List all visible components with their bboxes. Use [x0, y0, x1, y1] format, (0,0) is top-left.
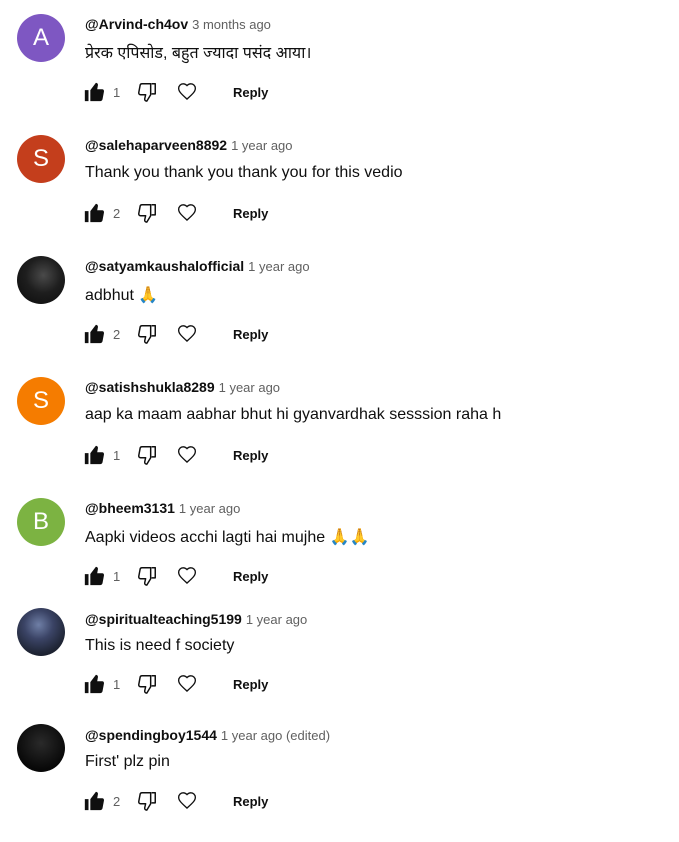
like-count: 2: [113, 205, 121, 221]
like-icon[interactable]: [82, 80, 106, 104]
heart-icon[interactable]: [175, 322, 199, 346]
comment-header: @salehaparveen8892 1 year ago: [85, 137, 293, 153]
reply-button[interactable]: Reply: [233, 448, 268, 463]
reply-button[interactable]: Reply: [233, 569, 268, 584]
comment-item: S @satishshukla8289 1 year ago aap ka maa…: [0, 363, 679, 484]
comment-header: @satishshukla8289 1 year ago: [85, 379, 280, 395]
reply-button[interactable]: Reply: [233, 327, 268, 342]
comment-text: Aapki videos acchi lagti hai mujhe 🙏🙏: [85, 529, 370, 546]
heart-icon[interactable]: [175, 672, 199, 696]
comment-text: Thank you thank you thank you for this v…: [85, 164, 403, 181]
dislike-icon[interactable]: [135, 322, 159, 346]
comment-item: @satyamkaushalofficial 1 year ago adbhut …: [0, 242, 679, 363]
avatar[interactable]: B: [17, 498, 65, 546]
like-count: 1: [113, 568, 121, 584]
reply-button[interactable]: Reply: [233, 85, 268, 100]
comment-text: aap ka maam aabhar bhut hi gyanvardhak s…: [85, 406, 502, 423]
comment-author[interactable]: @spendingboy1544: [85, 727, 217, 743]
heart-icon[interactable]: [175, 564, 199, 588]
heart-icon[interactable]: [175, 443, 199, 467]
comment-actions: 1 Reply: [82, 564, 268, 588]
comment-actions: 1 Reply: [82, 443, 268, 467]
like-icon[interactable]: [82, 322, 106, 346]
dislike-icon[interactable]: [135, 564, 159, 588]
like-count: 1: [113, 676, 121, 692]
comment-header: @spiritualteaching5199 1 year ago: [85, 611, 307, 627]
like-icon[interactable]: [82, 201, 106, 225]
dislike-icon[interactable]: [135, 80, 159, 104]
comment-item: B @bheem3131 1 year ago Aapki videos acch…: [0, 484, 679, 605]
dislike-icon[interactable]: [135, 672, 159, 696]
comment-item: @spendingboy1544 1 year ago (edited) Firs…: [0, 712, 679, 833]
comment-actions: 2 Reply: [82, 201, 268, 225]
comment-header: @spendingboy1544 1 year ago (edited): [85, 727, 330, 743]
comment-time[interactable]: 1 year ago: [246, 612, 307, 627]
comment-header: @Arvind-ch4ov 3 months ago: [85, 16, 271, 32]
reply-button[interactable]: Reply: [233, 794, 268, 809]
like-icon[interactable]: [82, 672, 106, 696]
comment-time[interactable]: 1 year ago: [231, 138, 292, 153]
avatar[interactable]: [17, 724, 65, 772]
comment-time[interactable]: 1 year ago: [179, 501, 240, 516]
like-icon[interactable]: [82, 443, 106, 467]
reply-button[interactable]: Reply: [233, 206, 268, 221]
comment-item: S @salehaparveen8892 1 year ago Thank you…: [0, 121, 679, 242]
like-count: 1: [113, 84, 121, 100]
like-icon[interactable]: [82, 789, 106, 813]
comment-actions: 2 Reply: [82, 789, 268, 813]
comment-author[interactable]: @bheem3131: [85, 500, 175, 516]
dislike-icon[interactable]: [135, 201, 159, 225]
heart-icon[interactable]: [175, 789, 199, 813]
heart-icon[interactable]: [175, 201, 199, 225]
comment-text: adbhut 🙏: [85, 287, 159, 304]
reply-button[interactable]: Reply: [233, 677, 268, 692]
comment-time[interactable]: 1 year ago: [248, 259, 309, 274]
dislike-icon[interactable]: [135, 789, 159, 813]
comment-item: @spiritualteaching5199 1 year ago This is…: [0, 596, 679, 717]
like-icon[interactable]: [82, 564, 106, 588]
comment-time[interactable]: 1 year ago: [219, 380, 280, 395]
like-count: 2: [113, 793, 121, 809]
avatar[interactable]: S: [17, 377, 65, 425]
comment-header: @satyamkaushalofficial 1 year ago: [85, 258, 310, 274]
comment-item: A @Arvind-ch4ov 3 months ago प्रेरक एपिसो…: [0, 0, 679, 121]
avatar[interactable]: [17, 256, 65, 304]
comment-author[interactable]: @satyamkaushalofficial: [85, 258, 244, 274]
like-count: 2: [113, 326, 121, 342]
comment-time[interactable]: 1 year ago (edited): [221, 728, 330, 743]
comment-author[interactable]: @spiritualteaching5199: [85, 611, 242, 627]
comment-actions: 1 Reply: [82, 80, 268, 104]
comment-actions: 2 Reply: [82, 322, 268, 346]
dislike-icon[interactable]: [135, 443, 159, 467]
comment-time[interactable]: 3 months ago: [192, 17, 271, 32]
avatar[interactable]: S: [17, 135, 65, 183]
comment-author[interactable]: @satishshukla8289: [85, 379, 215, 395]
comment-author[interactable]: @salehaparveen8892: [85, 137, 227, 153]
comment-text: प्रेरक एपिसोड, बहुत ज्यादा पसंद आया।: [85, 45, 312, 62]
comment-text: This is need f society: [85, 637, 235, 654]
comment-author[interactable]: @Arvind-ch4ov: [85, 16, 188, 32]
comment-actions: 1 Reply: [82, 672, 268, 696]
comment-text: First' plz pin: [85, 753, 170, 770]
comment-header: @bheem3131 1 year ago: [85, 500, 240, 516]
heart-icon[interactable]: [175, 80, 199, 104]
avatar[interactable]: A: [17, 14, 65, 62]
like-count: 1: [113, 447, 121, 463]
avatar[interactable]: [17, 608, 65, 656]
